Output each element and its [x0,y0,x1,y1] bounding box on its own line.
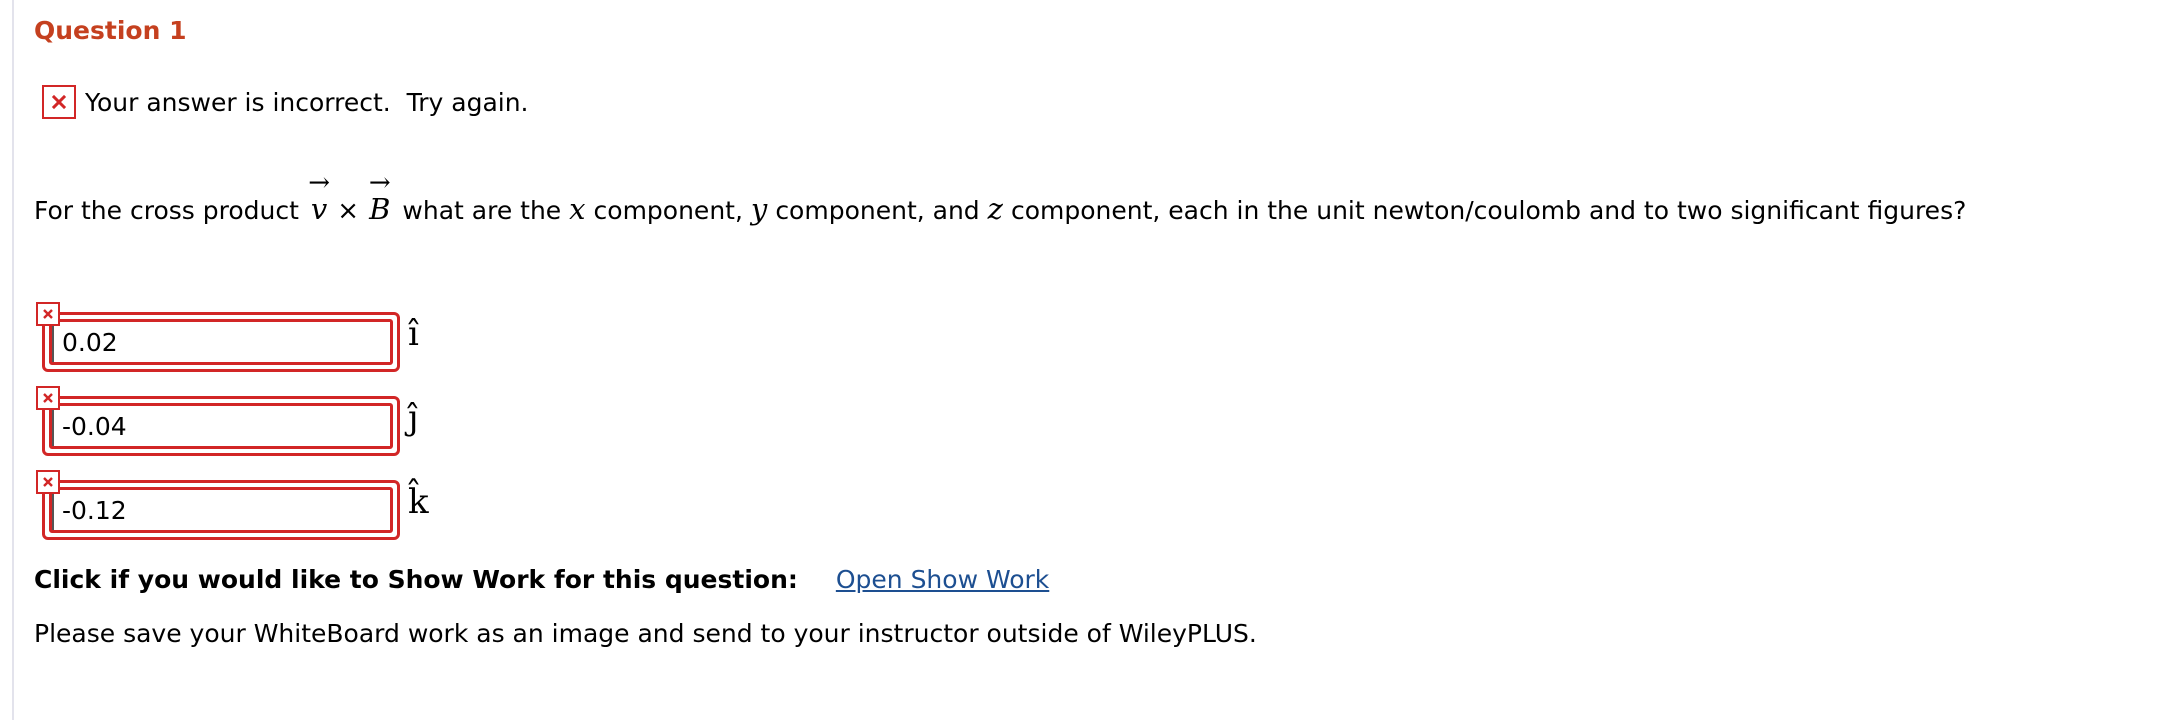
answer-row-x: î [36,302,419,372]
answer-field-frame [42,480,400,540]
prompt-part2: component, [593,196,743,225]
var-z: z [987,192,1003,226]
question-prompt: For the cross product → v × → B what are… [34,170,1967,226]
answer-field-inner [49,319,393,365]
incorrect-x-icon [42,85,76,119]
unit-j-hat: ĵ [408,398,419,438]
answer-field-inner [49,487,393,533]
answer-field-frame [42,396,400,456]
prompt-part1: what are the [402,196,562,225]
vector-b: → B [369,170,391,226]
answer-row-z: k̂ [36,470,429,540]
incorrect-x-icon [36,302,60,326]
cross-operator: × [337,196,360,226]
unit-k-hat: k̂ [408,482,429,522]
prompt-prefix: For the cross product [34,196,299,225]
answer-row-y: ĵ [36,386,419,456]
show-work-row: Click if you would like to Show Work for… [34,565,1049,594]
unit-i-hat: î [408,314,419,354]
feedback-message: Your answer is incorrect. Try again. [42,85,529,119]
incorrect-x-icon [36,470,60,494]
var-x: x [569,192,586,226]
y-component-input[interactable] [52,406,390,446]
whiteboard-note: Please save your WhiteBoard work as an i… [34,619,1257,648]
open-show-work-link[interactable]: Open Show Work [836,565,1049,594]
incorrect-x-icon [36,386,60,410]
page-left-border [12,0,14,720]
prompt-part3: component, and [775,196,980,225]
question-title: Question 1 [34,16,187,45]
vector-arrow-icon: → [308,168,330,198]
x-component-input[interactable] [52,322,390,362]
feedback-text: Your answer is incorrect. Try again. [85,87,529,117]
vector-arrow-icon: → [368,168,391,198]
z-component-input[interactable] [52,490,390,530]
vector-v: → v [308,170,330,226]
answer-field-frame [42,312,400,372]
var-y: y [750,192,768,226]
prompt-part4: component, each in the unit newton/coulo… [1010,196,1967,225]
answer-field-inner [49,403,393,449]
show-work-label: Click if you would like to Show Work for… [34,565,798,594]
